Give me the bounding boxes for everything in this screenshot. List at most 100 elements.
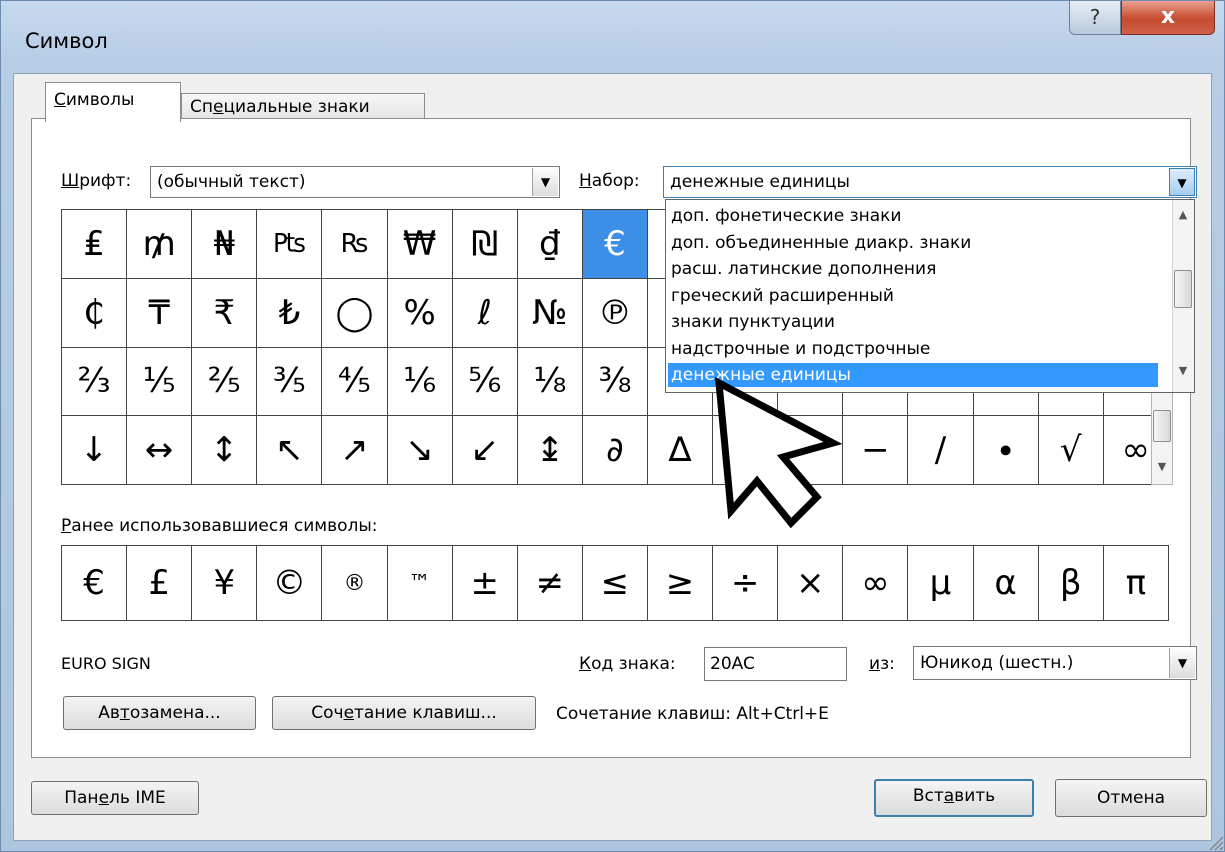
resize-grip-icon[interactable] [1206,833,1224,851]
scroll-down-arrow-icon[interactable]: ▼ [1152,460,1172,473]
recent-symbol-cell[interactable]: ≠ [516,545,583,621]
symbol-cell[interactable]: √ [1037,415,1104,485]
symbol-cell[interactable]: ₵ [60,277,128,348]
symbol-cell[interactable]: ℓ [451,277,518,348]
font-combobox[interactable]: (обычный текст) ▼ [150,166,560,198]
cancel-button[interactable]: Отмена [1055,779,1207,817]
recent-symbol-cell[interactable]: ™ [386,545,453,621]
recent-symbol-cell[interactable]: × [777,545,844,621]
symbol-cell[interactable]: ⅔ [60,346,128,417]
symbol-cell[interactable]: ∙ [972,415,1039,485]
symbol-cell[interactable]: ↙ [451,415,518,485]
subset-option[interactable]: расш. латинские дополнения [668,257,1158,281]
recent-symbol-cell[interactable]: ± [451,545,518,621]
symbol-cell[interactable]: ⅜ [581,346,648,417]
recent-symbol-cell[interactable]: ¥ [191,545,258,621]
subset-option[interactable]: надстрочные и подстрочные [668,337,1158,361]
help-button[interactable]: ? [1069,1,1121,35]
symbol-cell[interactable]: ⅙ [386,346,453,417]
symbol-cell[interactable]: ⅖ [191,346,258,417]
tab-special-characters[interactable]: Специальные знаки [181,93,425,121]
from-label: из: [869,654,895,674]
recent-symbol-cell[interactable]: ® [321,545,388,621]
symbol-cell[interactable]: ↔ [126,415,193,485]
recent-symbol-cell[interactable]: £ [126,545,193,621]
subset-option[interactable]: доп. фонетические знаки [668,204,1158,228]
symbol-cell[interactable]: ₥ [126,209,193,279]
symbol-cell[interactable]: ◯ [321,277,388,348]
symbol-cell[interactable]: ₺ [256,277,323,348]
autocorrect-button[interactable]: Автозамена... [63,696,256,730]
recent-symbol-cell[interactable]: ≥ [646,545,714,621]
symbol-cell[interactable]: ↕ [191,415,258,485]
recent-symbol-cell[interactable]: π [1102,545,1169,621]
symbol-cell[interactable]: € [581,209,648,279]
symbol-cell[interactable]: ⅘ [321,346,388,417]
recent-symbol-cell[interactable]: ÷ [712,545,779,621]
ime-panel-button[interactable]: Панель IME [31,781,199,815]
font-label: Шрифт: [61,171,132,191]
symbol-cell[interactable]: ⅗ [256,346,323,417]
subset-option[interactable]: греческий расширенный [668,284,1158,308]
shortcut-key-button[interactable]: Сочетание клавиш... [272,696,536,730]
recent-symbol-cell[interactable]: € [60,545,128,621]
symbol-cell[interactable]: ⅛ [516,346,583,417]
symbol-cell[interactable]: ∂ [581,415,648,485]
dropdown-scrollbar[interactable]: ▲ ▼ [1172,200,1194,392]
dropdown-scroll-up-icon[interactable]: ▲ [1173,208,1193,221]
recent-symbols-grid: € £ ¥ © ® ™ ± ≠ ≤ ≥ ÷ × ∞ µ α β π [60,545,1169,621]
symbol-cell[interactable]: ₧ [256,209,323,279]
dialog-window: Символ ? x Символы Специальные знаки Шри… [0,0,1225,852]
subset-dropdown-arrow-icon[interactable]: ▼ [1169,168,1195,196]
symbol-cell[interactable]: ℗ [581,277,648,348]
symbol-grid-row: ↓↔↕↖↗↘↙↨∂∆∏−∕∙√∞ [60,415,1169,485]
encoding-value: Юникод (шестн.) [920,653,1074,673]
encoding-dropdown-arrow-icon[interactable]: ▼ [1169,648,1195,678]
recent-symbol-cell[interactable]: ≤ [581,545,648,621]
shortcut-text: Сочетание клавиш: Alt+Ctrl+E [556,704,829,724]
symbol-grid-scroll-thumb[interactable] [1153,410,1171,442]
symbol-cell[interactable]: ∕ [907,415,974,485]
symbol-cell[interactable]: ₫ [516,209,583,279]
close-button[interactable]: x [1121,1,1215,35]
symbol-cell[interactable]: ₤ [60,209,128,279]
subset-option[interactable]: знаки пунктуации [668,310,1158,334]
subset-label: Набор: [579,171,640,191]
symbol-cell[interactable]: ↖ [256,415,323,485]
symbol-cell[interactable]: ₹ [191,277,258,348]
tab-symbols-mnemonic: С [54,90,66,110]
symbol-cell[interactable]: ₩ [386,209,453,279]
dropdown-scroll-down-icon[interactable]: ▼ [1173,364,1193,377]
symbol-cell[interactable]: ₦ [191,209,258,279]
symbol-cell[interactable]: ₪ [451,209,518,279]
recent-symbol-cell[interactable]: ∞ [842,545,909,621]
subset-combobox[interactable]: денежные единицы ▼ [663,166,1197,198]
recent-symbol-cell[interactable]: © [256,545,323,621]
subset-value: денежные единицы [670,172,850,192]
character-name: EURO SIGN [61,654,151,673]
symbol-cell[interactable]: ⅚ [451,346,518,417]
symbol-cell[interactable]: ₨ [321,209,388,279]
font-dropdown-arrow-icon[interactable]: ▼ [532,168,558,196]
subset-dropdown-list: доп. фонетические знаки доп. объединенные… [665,199,1195,393]
symbol-cell[interactable]: ₸ [126,277,193,348]
symbol-cell[interactable]: % [386,277,453,348]
font-value: (обычный текст) [157,172,306,192]
dropdown-scroll-thumb[interactable] [1174,270,1192,308]
symbol-cell[interactable]: ↨ [516,415,583,485]
encoding-combobox[interactable]: Юникод (шестн.) ▼ [913,646,1197,680]
symbol-cell[interactable]: ↘ [386,415,453,485]
recent-symbol-cell[interactable]: µ [907,545,974,621]
symbol-cell[interactable]: № [516,277,583,348]
recent-symbol-cell[interactable]: β [1037,545,1104,621]
insert-button[interactable]: Вставить [874,779,1034,817]
char-code-label: Код знака: [579,654,676,674]
tab-symbols[interactable]: Символы [45,82,181,122]
symbol-cell[interactable]: ↗ [321,415,388,485]
symbol-cell[interactable]: ⅕ [126,346,193,417]
symbol-cell[interactable]: ↓ [60,415,128,485]
subset-option[interactable]: доп. объединенные диакр. знаки [668,231,1158,255]
tab-special-mnemonic: е [213,97,224,117]
char-code-input[interactable]: 20AC [704,647,847,681]
recent-symbol-cell[interactable]: α [972,545,1039,621]
